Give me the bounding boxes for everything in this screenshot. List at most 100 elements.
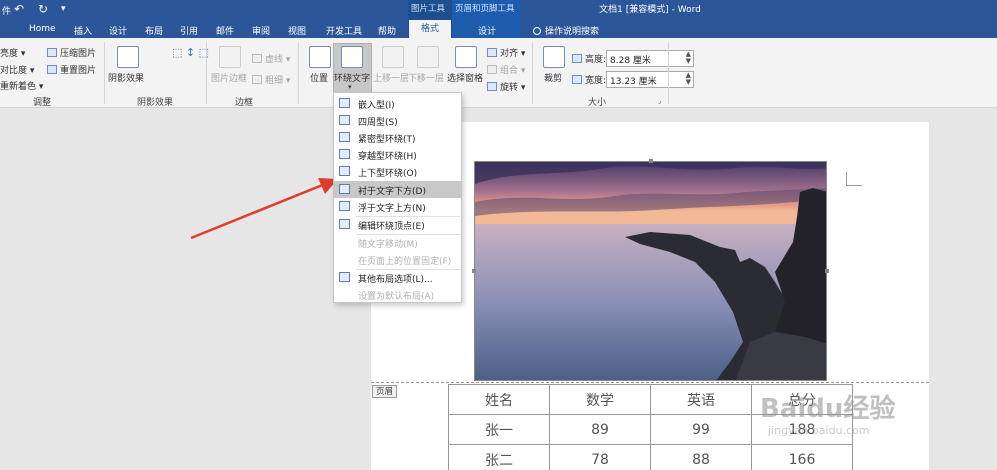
- compress-label: 压缩图片: [60, 49, 97, 59]
- tab-layout[interactable]: 布局: [145, 24, 163, 37]
- width-value[interactable]: 13.23 厘米: [610, 74, 657, 87]
- menu-item-label: 编辑环绕顶点(E): [358, 222, 425, 232]
- crop-icon[interactable]: [543, 46, 565, 68]
- picture-border-icon: [219, 46, 241, 68]
- table-cell[interactable]: 89: [549, 414, 651, 445]
- dash-label: 虚线 ▾: [265, 55, 291, 65]
- position-button[interactable]: 位置: [310, 71, 328, 84]
- table-cell[interactable]: 78: [549, 444, 651, 470]
- layout-options-icon: [339, 272, 350, 282]
- menu-item-label: 其他布局选项(L)...: [358, 275, 433, 285]
- menu-item-edit-wrap-points[interactable]: 编辑环绕顶点(E): [334, 216, 461, 233]
- compress-pictures-button[interactable]: 压缩图片: [47, 46, 96, 59]
- through-wrap-icon: [339, 149, 350, 159]
- menu-item-label: 四周型(S): [358, 118, 398, 128]
- table-header-cell[interactable]: 数学: [549, 384, 651, 415]
- align-button[interactable]: 对齐 ▾: [487, 46, 525, 59]
- shadow-nudge-icon[interactable]: ⬚ ↕ ⬚: [172, 46, 209, 59]
- height-label-text: 高度:: [585, 55, 607, 65]
- undo-icon[interactable]: ↶: [14, 2, 24, 16]
- separator: [104, 42, 105, 104]
- rotate-button[interactable]: 旋转 ▾: [487, 80, 525, 93]
- position-icon[interactable]: [309, 46, 331, 68]
- tab-home[interactable]: Home: [29, 24, 56, 34]
- inline-icon: [339, 98, 350, 108]
- menu-item-through[interactable]: 穿越型环绕(H): [334, 146, 461, 163]
- menu-item-top-bottom[interactable]: 上下型环绕(O): [334, 163, 461, 180]
- recolor-button[interactable]: 重新着色 ▾: [0, 79, 43, 92]
- tab-help[interactable]: 帮助: [378, 24, 396, 37]
- tab-view[interactable]: 视图: [288, 24, 306, 37]
- separator: [206, 42, 207, 104]
- dialog-launcher-icon[interactable]: ⌟: [658, 97, 661, 105]
- shadow-group-label: 阴影效果: [136, 98, 173, 108]
- tab-design[interactable]: 设计: [109, 24, 127, 37]
- menu-item-label: 紧密型环绕(T): [358, 135, 416, 145]
- table-header-cell[interactable]: 英语: [650, 384, 752, 415]
- menu-item-in-front-of-text[interactable]: 浮于文字上方(N): [334, 198, 461, 215]
- top-bottom-wrap-icon: [339, 166, 350, 176]
- menu-item-label: 随文字移动(M): [358, 240, 418, 250]
- tab-header-design[interactable]: 设计: [478, 24, 496, 37]
- tab-references[interactable]: 引用: [180, 24, 198, 37]
- table-cell[interactable]: 166: [751, 444, 853, 470]
- wrap-text-chevron-icon: ▾: [348, 83, 352, 91]
- table-cell[interactable]: 99: [650, 414, 752, 445]
- menu-item-tight[interactable]: 紧密型环绕(T): [334, 129, 461, 146]
- tab-mailings[interactable]: 邮件: [216, 24, 234, 37]
- resize-handle[interactable]: [825, 269, 829, 273]
- menu-item-label: 嵌入型(I): [358, 101, 395, 111]
- contrast-button[interactable]: 对比度 ▾: [0, 63, 34, 76]
- resize-handle[interactable]: [649, 159, 653, 163]
- baidu-watermark-logo: Baidu经验: [760, 394, 896, 424]
- annotation-arrow-icon: [190, 178, 338, 240]
- bring-forward-icon: [382, 46, 404, 68]
- reset-picture-button[interactable]: 重置图片: [47, 63, 96, 76]
- redo-icon[interactable]: ↻: [38, 2, 48, 16]
- customize-icon[interactable]: ▾: [61, 4, 66, 14]
- menu-item-more-layout-options[interactable]: 其他布局选项(L)...: [334, 269, 461, 286]
- wrap-text-label: 环绕文字: [334, 74, 371, 84]
- crop-button[interactable]: 裁剪: [544, 71, 562, 84]
- height-spinner[interactable]: 8.28 厘米 ▲ ▼: [606, 50, 694, 67]
- menu-item-fix-position: 在页面上的位置固定(F): [334, 251, 461, 268]
- dash-style-button: 虚线 ▾: [252, 52, 290, 65]
- weight-icon: [252, 75, 262, 84]
- selection-pane-button[interactable]: 选择窗格: [447, 71, 483, 84]
- wrap-text-icon[interactable]: [341, 46, 363, 68]
- title-bar: 件 ↶ ↻ ▾ 图片工具 页眉和页脚工具 文档1 [兼容模式] - Word H…: [0, 0, 997, 38]
- tab-developer[interactable]: 开发工具: [326, 24, 362, 37]
- menu-item-square[interactable]: 四周型(S): [334, 112, 461, 129]
- spinner-arrows-icon[interactable]: ▲ ▼: [686, 72, 691, 86]
- menu-item-inline[interactable]: 嵌入型(I): [334, 95, 461, 112]
- brightness-button[interactable]: 亮度 ▾: [0, 46, 25, 59]
- width-spinner[interactable]: 13.23 厘米 ▲ ▼: [606, 71, 694, 88]
- height-value[interactable]: 8.28 厘米: [610, 53, 651, 66]
- tell-me-search[interactable]: 操作说明搜索: [533, 24, 599, 37]
- adjust-group-label: 调整: [32, 98, 51, 108]
- shadow-effects-button[interactable]: 阴影效果: [108, 71, 144, 84]
- spinner-arrows-icon[interactable]: ▲ ▼: [686, 51, 691, 65]
- in-front-text-icon: [339, 201, 350, 211]
- tab-review[interactable]: 审阅: [252, 24, 270, 37]
- lightbulb-icon: [533, 27, 541, 35]
- picture-border-button: 图片边框: [211, 74, 248, 84]
- table-cell[interactable]: 88: [650, 444, 752, 470]
- table-cell[interactable]: 张二: [448, 444, 550, 470]
- inserted-picture[interactable]: [474, 161, 827, 381]
- table-cell[interactable]: 张一: [448, 414, 550, 445]
- align-label: 对齐 ▾: [500, 49, 526, 59]
- menu-item-behind-text[interactable]: 衬于文字下方(D): [334, 181, 461, 198]
- weight-label: 粗细 ▾: [265, 76, 291, 86]
- table-header-cell[interactable]: 姓名: [448, 384, 550, 415]
- shadow-effects-icon[interactable]: [117, 46, 139, 68]
- menu-item-label: 设置为默认布局(A): [358, 292, 435, 302]
- selection-pane-icon[interactable]: [455, 46, 477, 68]
- tab-format[interactable]: 格式: [409, 20, 451, 38]
- file-tab[interactable]: 件: [2, 4, 11, 17]
- separator: [532, 42, 533, 104]
- rotate-icon: [487, 82, 497, 91]
- resize-handle[interactable]: [472, 269, 476, 273]
- tab-insert[interactable]: 插入: [74, 24, 92, 37]
- document-title: 文档1 [兼容模式] - Word: [599, 5, 701, 15]
